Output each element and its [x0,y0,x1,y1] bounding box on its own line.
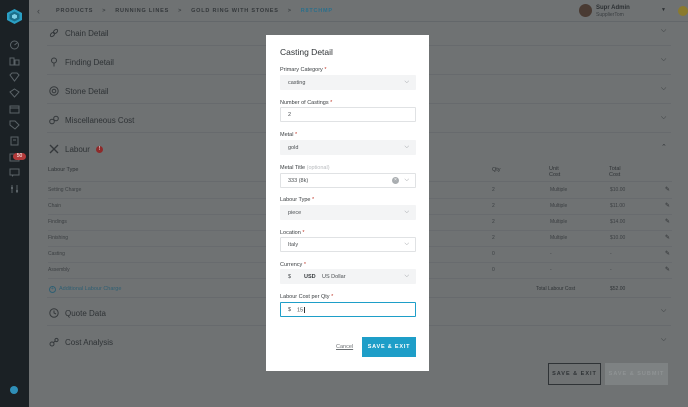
column-header-total-cost: Total Cost [609,166,621,178]
plus-icon: + [49,286,56,293]
modal-title: Casting Detail [280,47,333,57]
edit-pencil-icon[interactable]: ✎ [665,234,670,241]
total-labour-cost-value: $52.00 [610,286,626,292]
breadcrumb: PRODUCTS > RUNNING LINES > GOLD RING WITH ST… [56,8,333,14]
labour-cost-value: 15 [297,307,304,314]
settings-sliders-icon[interactable] [9,184,20,194]
clock-icon [49,308,59,318]
chevron-down-icon[interactable]: ⌵ [661,85,666,93]
clear-icon[interactable]: × [392,177,399,184]
chevron-down-icon[interactable]: ⌵ [661,27,666,35]
caret-down-icon: ▼ [661,7,666,13]
labour-type-label: Labour Type * [280,197,315,203]
column-header-unit-cost: Unit Cost [549,166,561,178]
section-title: Miscellaneous Cost [65,116,135,125]
chevron-down-icon[interactable]: ⌵ [661,336,666,344]
currency-select[interactable]: $ USD US Dollar ⌵ [280,269,416,284]
metal-label: Metal * [280,132,298,138]
currency-code: USD [304,274,316,280]
diamond-icon[interactable] [9,72,20,82]
chevron-down-icon: ⌵ [404,273,409,279]
top-bar: ‹ PRODUCTS > RUNNING LINES > GOLD RING WITH … [29,0,688,22]
primary-category-select[interactable]: casting ⌵ [280,75,416,90]
box-icon[interactable] [9,104,20,114]
gem-icon[interactable] [9,88,20,98]
tag-icon[interactable] [9,120,20,130]
breadcrumb-item-product[interactable]: GOLD RING WITH STONES [191,8,279,14]
breadcrumb-current: R8TCHMP [300,8,333,14]
clipboard-icon[interactable] [9,136,20,146]
labour-tools-icon [49,144,59,154]
metal-title-label: Metal Title (optional) [280,165,330,171]
metal-select[interactable]: gold ⌵ [280,140,416,155]
metal-title-select[interactable]: 333 (8k) × ⌵ [280,173,416,188]
labour-type-select[interactable]: piece ⌵ [280,205,416,220]
buildings-icon[interactable] [9,56,20,66]
section-title: Quote Data [65,309,106,318]
section-title: Chain Detail [65,29,109,38]
primary-category-label: Primary Category * [280,67,327,73]
number-of-castings-label: Number of Castings * [280,100,333,106]
total-labour-cost-label: Total Labour Cost [536,286,576,292]
breadcrumb-item-products[interactable]: PRODUCTS [56,8,93,14]
chevron-down-icon[interactable]: ⌵ [661,56,666,64]
currency-label: Currency * [280,262,306,268]
chat-icon[interactable] [9,168,20,178]
cost-analysis-icon [49,337,59,347]
misc-cost-icon [49,115,59,125]
labour-cost-label: Labour Cost per Qty * [280,294,334,300]
chevron-down-icon[interactable]: ⌵ [661,307,666,315]
save-exit-button[interactable]: SAVE & EXIT [362,337,416,357]
brand-logo-icon[interactable] [7,9,22,24]
section-title: Stone Detail [65,87,109,96]
user-menu[interactable]: Supr Admin SupplierTom ▼ [579,4,667,19]
page-save-submit-button[interactable]: SAVE & SUBMIT [605,363,668,385]
user-name: Supr Admin [596,5,630,11]
edit-pencil-icon[interactable]: ✎ [665,266,670,273]
chevron-down-icon: ⌵ [404,241,409,247]
status-circle-icon[interactable] [678,6,688,16]
chain-icon [49,28,59,38]
notification-badge: 50 [13,153,26,160]
alert-icon: ! [96,146,103,153]
breadcrumb-item-running-lines[interactable]: RUNNING LINES [115,8,169,14]
chevron-down-icon: ⌵ [404,79,409,85]
chevron-up-icon[interactable]: ⌃ [661,143,667,151]
section-title: Finding Detail [65,58,114,67]
sidebar: 50 [0,0,29,407]
chevron-down-icon: ⌵ [404,177,409,183]
section-title: Cost Analysis [65,338,114,347]
location-select[interactable]: Italy ⌵ [280,237,416,252]
add-labour-charge-link[interactable]: + Additional Labour Charge [49,286,121,293]
currency-symbol: $ [288,307,292,313]
finding-icon [49,57,59,67]
currency-name: US Dollar [322,274,346,280]
help-icon[interactable] [10,386,18,394]
section-title: Labour [65,145,90,154]
edit-pencil-icon[interactable]: ✎ [665,202,670,209]
stone-icon [49,86,59,96]
currency-symbol: $ [288,274,292,280]
edit-pencil-icon[interactable]: ✎ [665,218,670,225]
page-save-exit-button[interactable]: SAVE & EXIT [548,363,601,385]
edit-pencil-icon[interactable]: ✎ [665,186,670,193]
labour-cost-input[interactable]: $ 15 [280,302,416,317]
avatar [579,4,592,17]
chevron-down-icon[interactable]: ⌵ [661,114,666,122]
text-cursor [304,307,305,313]
casting-detail-modal: Casting Detail Primary Category * castin… [266,35,429,371]
cancel-button[interactable]: Cancel [336,344,353,350]
chevron-down-icon: ⌵ [404,144,409,150]
number-of-castings-input[interactable]: 2 [280,107,416,122]
dashboard-icon[interactable] [9,40,20,50]
column-header-labour-type: Labour Type [48,167,79,173]
back-arrow-icon[interactable]: ‹ [37,6,40,16]
edit-pencil-icon[interactable]: ✎ [665,250,670,257]
user-role: SupplierTom [596,12,624,18]
chevron-down-icon: ⌵ [404,209,409,215]
location-label: Location * [280,230,305,236]
column-header-qty: Qty [492,167,501,173]
